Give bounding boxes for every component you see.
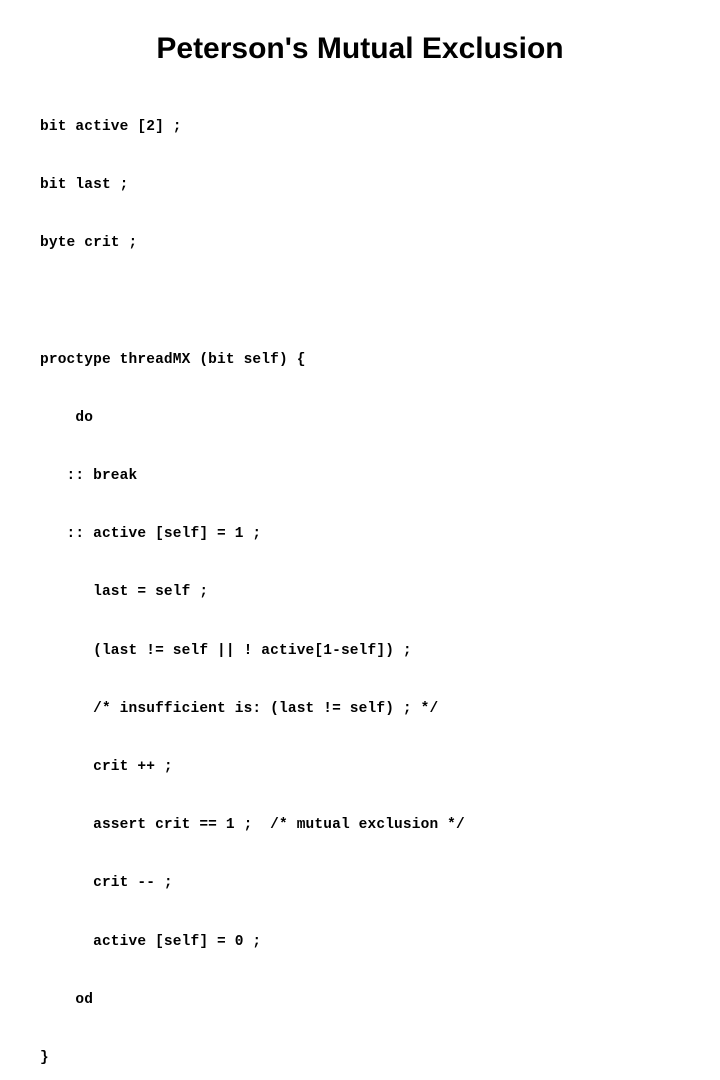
code-line: do	[40, 409, 94, 426]
code-line: :: active [self] = 1 ;	[40, 526, 262, 543]
page-title: Peterson's Mutual Exclusion	[156, 32, 564, 65]
code-line: od	[40, 991, 94, 1008]
code-line: bit last ;	[40, 177, 129, 194]
code-block: bit active [2] ; bit last ; byte crit ; …	[40, 79, 700, 1080]
code-line: last = self ;	[40, 584, 209, 601]
code-line: :: break	[40, 468, 138, 485]
code-line: proctype threadMX (bit self) {	[40, 351, 306, 368]
code-line: /* insufficient is: (last != self) ; */	[40, 700, 439, 717]
code-line: }	[40, 1050, 49, 1067]
code-line: crit -- ;	[40, 875, 173, 892]
code-line: active [self] = 0 ;	[40, 933, 262, 950]
code-line: crit ++ ;	[40, 759, 173, 776]
code-line: bit active [2] ;	[40, 118, 182, 135]
slide: Peterson's Mutual Exclusion bit active […	[0, 0, 720, 1066]
code-line: (last != self || ! active[1-self]) ;	[40, 642, 412, 659]
code-line: assert crit == 1 ; /* mutual exclusion *…	[40, 817, 465, 834]
code-line: byte crit ;	[40, 235, 138, 252]
